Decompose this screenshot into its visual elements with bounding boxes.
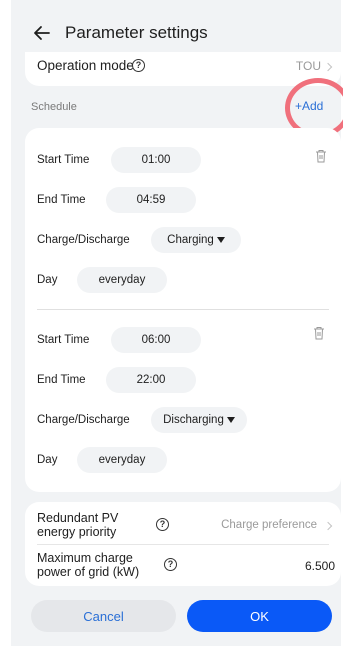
chevron-right-icon — [323, 62, 333, 72]
charge-discharge-value: Discharging — [163, 414, 224, 426]
operation-mode-row[interactable]: Operation mode ? TOU — [25, 52, 341, 86]
help-icon[interactable]: ? — [132, 59, 145, 72]
pv-priority-label-line1: Redundant PV — [37, 511, 119, 525]
start-time-field[interactable]: 01:00 — [111, 147, 201, 173]
day-field[interactable]: everyday — [77, 267, 167, 293]
charge-discharge-select[interactable]: Charging — [151, 227, 241, 253]
cancel-button[interactable]: Cancel — [31, 600, 176, 632]
dropdown-triangle-icon — [226, 417, 235, 423]
start-time-label: Start Time — [37, 334, 90, 346]
settings-card: Redundant PV energy priority ? Charge pr… — [25, 502, 341, 586]
charge-discharge-label: Charge/Discharge — [37, 414, 130, 426]
day-label: Day — [37, 274, 58, 286]
back-arrow-icon[interactable] — [29, 20, 55, 46]
start-time-label: Start Time — [37, 154, 90, 166]
ok-button[interactable]: OK — [187, 600, 332, 632]
day-field[interactable]: everyday — [77, 447, 167, 473]
charge-discharge-select[interactable]: Discharging — [151, 407, 247, 433]
screen: Parameter settings Operation mode ? TOU … — [11, 0, 343, 646]
operation-mode-label: Operation mode — [37, 58, 134, 73]
charge-discharge-label: Charge/Discharge — [37, 234, 130, 246]
start-time-field[interactable]: 06:00 — [111, 327, 201, 353]
pv-priority-label-line2: energy priority — [37, 525, 117, 539]
max-charge-label: Maximum charge power of grid (kW) — [37, 551, 139, 579]
chevron-right-icon — [323, 521, 333, 531]
max-charge-value[interactable]: 6.500 — [305, 559, 335, 573]
day-label: Day — [37, 454, 58, 466]
schedule-card: Start Time 01:00 End Time 04:59 Charge/D… — [25, 128, 341, 492]
max-charge-label-line2: power of grid (kW) — [37, 565, 140, 579]
pv-priority-label: Redundant PV energy priority — [37, 511, 118, 539]
pv-priority-value[interactable]: Charge preference — [221, 519, 317, 531]
end-time-field[interactable]: 04:59 — [106, 187, 196, 213]
trash-icon[interactable] — [313, 326, 325, 340]
settings-divider — [37, 544, 329, 545]
end-time-label: End Time — [37, 374, 86, 386]
help-icon[interactable]: ? — [164, 558, 177, 571]
header: Parameter settings — [11, 14, 341, 54]
end-time-field[interactable]: 22:00 — [106, 367, 196, 393]
max-charge-label-line1: Maximum charge — [37, 551, 133, 565]
trash-icon[interactable] — [315, 149, 327, 163]
dropdown-triangle-icon — [216, 237, 225, 243]
help-icon[interactable]: ? — [156, 518, 169, 531]
end-time-label: End Time — [37, 194, 86, 206]
operation-mode-value: TOU — [295, 59, 321, 73]
charge-discharge-value: Charging — [167, 234, 214, 246]
page-title: Parameter settings — [65, 23, 208, 42]
schedule-label: Schedule — [31, 101, 77, 113]
entry-divider — [37, 309, 329, 310]
